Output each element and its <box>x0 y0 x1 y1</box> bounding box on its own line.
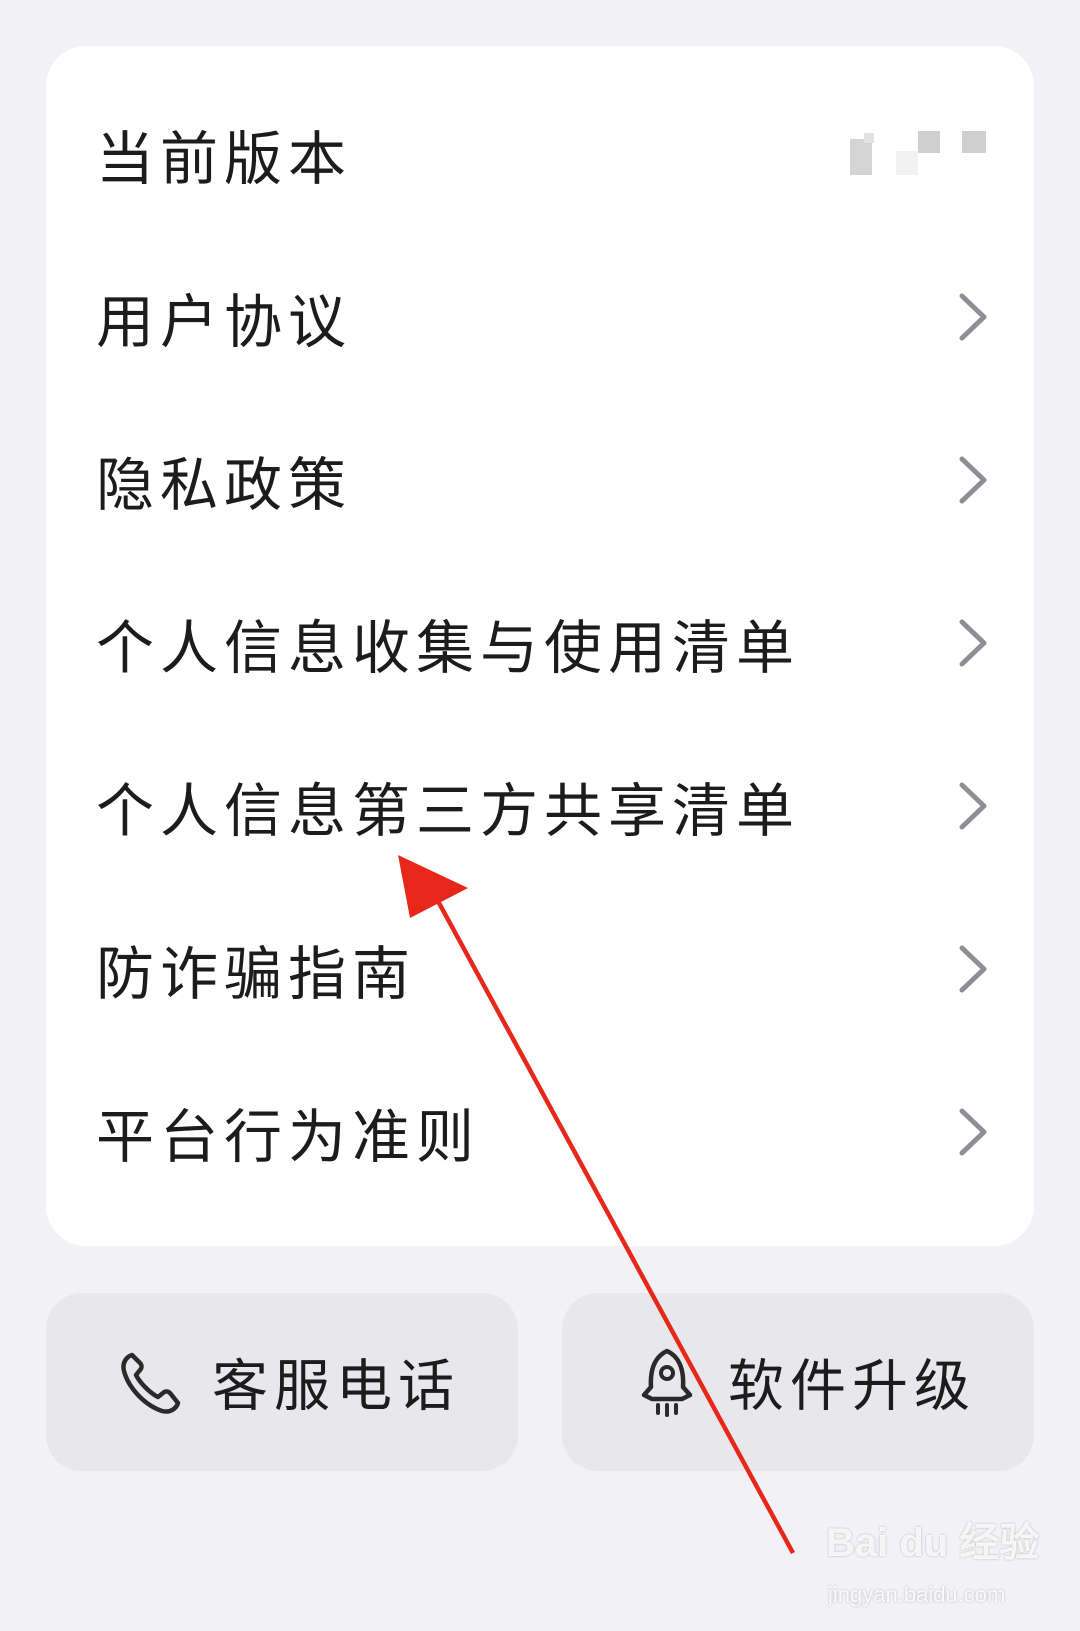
customer-service-label: 客服电话 <box>212 1354 460 1420</box>
software-upgrade-label: 软件升级 <box>728 1354 976 1420</box>
version-value-mosaic <box>850 130 986 175</box>
menu-row-personal-info-collection[interactable]: 个人信息收集与使用清单 <box>46 561 1034 724</box>
menu-row-anti-fraud-guide[interactable]: 防诈骗指南 <box>46 887 1034 1050</box>
chevron-right-icon <box>959 456 987 503</box>
baidu-jingyan-watermark: Bai du 经验 jingyan.baidu.com <box>826 1510 1056 1620</box>
watermark-brand: Bai du 经验 <box>826 1521 1040 1565</box>
menu-row-label: 个人信息第三方共享清单 <box>96 776 801 845</box>
menu-row-current-version: 当前版本 <box>46 72 1034 235</box>
menu-row-label: 用户协议 <box>96 287 353 356</box>
menu-row-label: 防诈骗指南 <box>96 939 417 1008</box>
chevron-right-icon <box>959 782 987 829</box>
software-upgrade-button[interactable]: 软件升级 <box>562 1293 1034 1471</box>
chevron-right-icon <box>959 619 987 666</box>
chevron-right-icon <box>959 945 987 992</box>
menu-row-label: 个人信息收集与使用清单 <box>96 613 801 682</box>
phone-icon <box>121 1352 181 1414</box>
chevron-right-icon <box>959 1108 987 1155</box>
menu-row-label: 当前版本 <box>96 124 353 193</box>
menu-row-third-party-sharing[interactable]: 个人信息第三方共享清单 <box>46 724 1034 887</box>
watermark-url: jingyan.baidu.com <box>828 1582 1006 1607</box>
menu-row-privacy-policy[interactable]: 隐私政策 <box>46 398 1034 561</box>
customer-service-button[interactable]: 客服电话 <box>46 1293 518 1471</box>
menu-row-label: 平台行为准则 <box>96 1102 481 1171</box>
chevron-right-icon <box>959 293 987 340</box>
menu-row-platform-code-of-conduct[interactable]: 平台行为准则 <box>46 1050 1034 1213</box>
menu-row-label: 隐私政策 <box>96 450 353 519</box>
rocket-icon <box>641 1348 693 1417</box>
settings-menu-card: 当前版本 用户协议 隐私政策 个人信息收集与使用清单 个人信息第三方共享清单 防… <box>46 46 1034 1246</box>
menu-row-user-agreement[interactable]: 用户协议 <box>46 235 1034 398</box>
